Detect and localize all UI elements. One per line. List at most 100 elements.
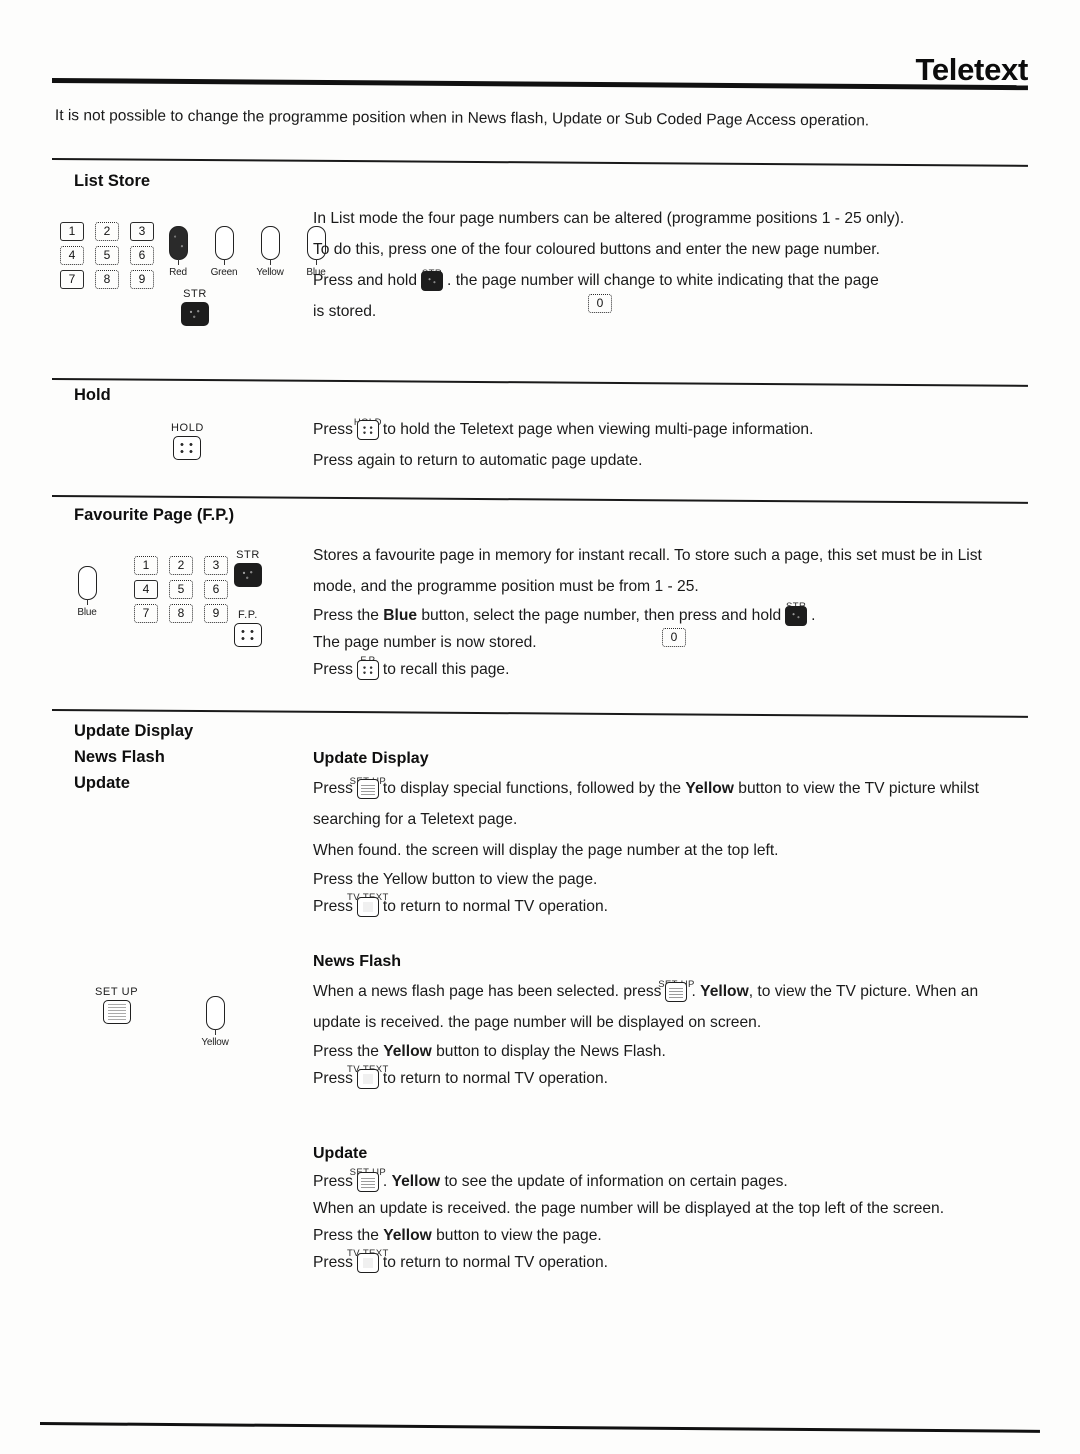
newsflash-yellow-button[interactable]: Yellow (195, 996, 235, 1048)
sub-heading-update: Update (313, 1145, 368, 1162)
colour-button-label: Green (210, 267, 238, 278)
intro-paragraph: It is not possible to change the program… (54, 106, 870, 130)
setup-key-icon (102, 1000, 131, 1024)
fp-blue-button[interactable]: Blue (67, 566, 107, 618)
key-5[interactable]: 5 (169, 580, 193, 599)
list-store-para-1: In List mode the four page numbers can b… (313, 210, 905, 227)
setup-inline-icon[interactable]: SET UP (350, 1167, 386, 1192)
section-title-update-display: Update Display (74, 722, 194, 740)
key-1[interactable]: 1 (134, 556, 158, 575)
list-store-para-4: is stored. (313, 303, 377, 320)
fp-line-stored: The page number is now stored. (313, 634, 537, 651)
nf-line-1: When a news flash page has been selected… (313, 976, 1003, 1038)
str-inline-icon[interactable]: STR (420, 268, 444, 291)
section-rule-update-group (51, 709, 1028, 718)
hold-key-diagram[interactable]: HOLD (171, 422, 204, 460)
colour-button-yellow[interactable]: Yellow (255, 226, 285, 278)
fp-blue-b: button, select the page number, then pre… (421, 607, 782, 624)
key-6[interactable]: 6 (130, 246, 154, 265)
key-8[interactable]: 8 (169, 604, 193, 623)
str-key-icon (181, 302, 209, 326)
str-key-label: STR (183, 288, 207, 300)
key-9[interactable]: 9 (204, 604, 228, 623)
up-line-4: PressTV TEXTto return to normal TV opera… (313, 1248, 1003, 1276)
footer-rule (39, 1422, 1040, 1433)
str-key-label: STR (236, 549, 260, 561)
tvtext-inline-icon[interactable]: TV TEXT (347, 892, 388, 917)
setup-inline-icon[interactable]: SET UP (350, 776, 386, 799)
key-5[interactable]: 5 (95, 246, 119, 265)
up-line-3: Press the Yellow button to view the page… (313, 1222, 1003, 1249)
key-8[interactable]: 8 (95, 270, 119, 289)
up-line-2: When an update is received. the page num… (313, 1200, 945, 1217)
yellow-button-icon (260, 226, 280, 265)
tvtext-inline-icon[interactable]: TV TEXT (347, 1248, 388, 1273)
yellow-button-icon (205, 996, 225, 1035)
fp-para-1: Stores a favourite page in memory for in… (313, 547, 982, 595)
blue-button-icon (77, 566, 97, 605)
section-title-list-store: List Store (74, 172, 151, 190)
ud-l1b: to display special functions, followed b… (382, 780, 682, 797)
fp-blue-label: Blue (77, 607, 97, 618)
list-store-body: In List mode the four page numbers can b… (313, 203, 1003, 327)
key-4[interactable]: 4 (60, 246, 84, 265)
hold-line-2: Press again to return to automatic page … (313, 452, 643, 469)
str-inline-icon[interactable]: STR (784, 601, 808, 626)
key-3[interactable]: 3 (204, 556, 228, 575)
setup-inline-glyph (665, 982, 688, 1002)
setup-key-diagram[interactable]: SET UP (95, 986, 138, 1024)
red-button-icon (168, 226, 188, 265)
favourite-page-body: Stores a favourite page in memory for in… (313, 540, 1003, 683)
key-1[interactable]: 1 (60, 222, 84, 241)
setup-inline-glyph (356, 779, 379, 799)
ud-line-1: PressSET UPto display special functions,… (313, 773, 1003, 835)
fp-key-label: F.P. (238, 609, 258, 621)
setup-key-label: SET UP (95, 986, 139, 998)
section-title-update: Update (74, 774, 130, 792)
fp-key-diagram[interactable]: F.P. (234, 609, 262, 647)
key-2[interactable]: 2 (169, 556, 193, 575)
key-7[interactable]: 7 (134, 604, 158, 623)
key-2[interactable]: 2 (95, 222, 119, 241)
key-9[interactable]: 9 (130, 270, 154, 289)
section-rule-hold (51, 378, 1028, 387)
press-hold-prefix: Press and hold (313, 272, 418, 289)
colour-button-green[interactable]: Green (209, 226, 239, 278)
hold-body: PressHOLDto hold the Teletext page when … (313, 414, 1003, 476)
fp-inline-glyph (356, 660, 379, 680)
list-store-para-2: To do this, press one of the four colour… (313, 241, 880, 258)
setup-inline-icon[interactable]: SET UP (658, 979, 694, 1002)
colour-button-label: Red (169, 267, 187, 278)
key-6[interactable]: 6 (204, 580, 228, 599)
fp-str-key-diagram[interactable]: STR (234, 549, 262, 587)
ud-line-3: Press the Yellow button to view the page… (313, 871, 598, 888)
tvtext-inline-glyph (356, 1069, 379, 1089)
hold-line-1: PressHOLDto hold the Teletext page when … (313, 414, 1003, 445)
colour-button-red[interactable]: Red (163, 226, 193, 278)
tvtext-inline-glyph (356, 1253, 379, 1273)
colour-button-label: Yellow (256, 267, 284, 278)
section-title-hold: Hold (74, 386, 111, 404)
setup-inline-glyph (356, 1172, 379, 1192)
ud-line-2: When found. the screen will display the … (313, 842, 779, 859)
up-l3b: button to view the page. (436, 1227, 602, 1244)
key-4[interactable]: 4 (134, 580, 158, 599)
fp-recall-a: Press (313, 661, 353, 678)
fp-blue-bold: Blue (383, 607, 418, 624)
section-title-update-group: Update Display News Flash Update (74, 718, 193, 796)
nf-l4b: to return to normal TV operation. (382, 1070, 608, 1087)
section-title-favourite-page: Favourite Page (F.P.) (74, 506, 235, 524)
document-page: Teletext It is not possible to change th… (0, 0, 1080, 1454)
fp-recall-b: to recall this page. (382, 661, 510, 678)
up-l1c: to see the update of information on cert… (444, 1173, 788, 1190)
up-l4b: to return to normal TV operation. (382, 1254, 608, 1271)
str-key-diagram[interactable]: STR (181, 288, 209, 326)
press-hold-suffix: . the page number will change to white i… (447, 272, 879, 289)
hold-inline-icon[interactable]: HOLD (354, 417, 381, 440)
key-7[interactable]: 7 (60, 270, 84, 289)
tvtext-inline-icon[interactable]: TV TEXT (347, 1064, 388, 1089)
fp-inline-icon[interactable]: F.P (356, 655, 380, 680)
key-3[interactable]: 3 (130, 222, 154, 241)
nf-l3b: button to display the News Flash. (436, 1043, 666, 1060)
section-rule-list-store (51, 158, 1028, 167)
